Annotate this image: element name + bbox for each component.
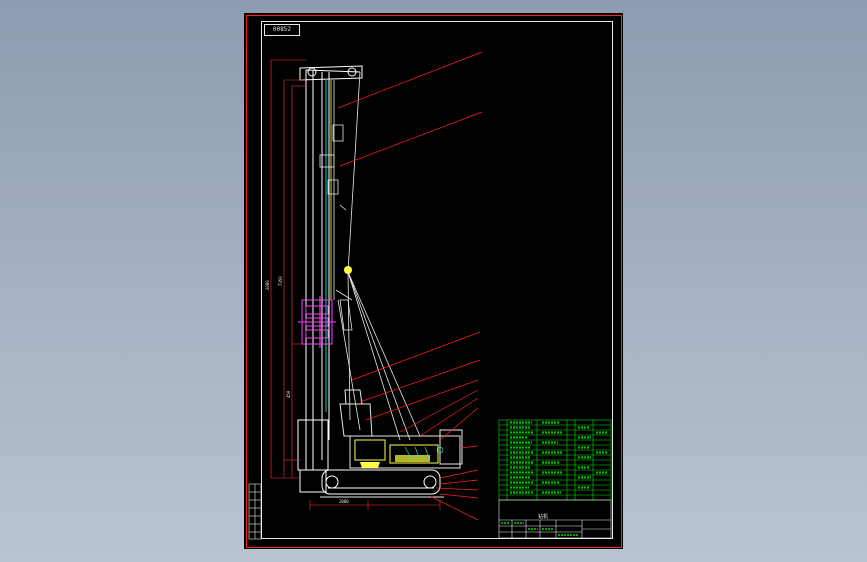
dimension-label: 7350 <box>278 276 283 286</box>
cad-viewport[interactable]: 2080 7350 450 2000 00852 钻机 <box>0 0 867 562</box>
drawing-canvas: 2080 7350 450 2000 <box>246 15 622 548</box>
power-head <box>298 296 336 348</box>
dimension-label: 450 <box>286 390 291 398</box>
bom-title: 钻机 <box>538 514 549 520</box>
dimension-label: 2080 <box>265 280 270 290</box>
sheet-inner-border <box>261 21 613 539</box>
crawler-undercarriage <box>320 469 444 498</box>
dimension-label: 2000 <box>339 499 349 504</box>
vertical-dimensions <box>270 59 306 479</box>
drawing-number-tag: 00852 <box>264 24 300 36</box>
title-block-entries <box>501 522 578 536</box>
upper-structure <box>339 389 463 469</box>
backstay-boom <box>335 71 421 441</box>
mast <box>297 65 363 493</box>
revision-table <box>248 483 262 540</box>
kelly-bar-and-cables <box>319 80 347 412</box>
horizontal-dimensions <box>309 500 441 510</box>
title-block <box>498 499 612 539</box>
